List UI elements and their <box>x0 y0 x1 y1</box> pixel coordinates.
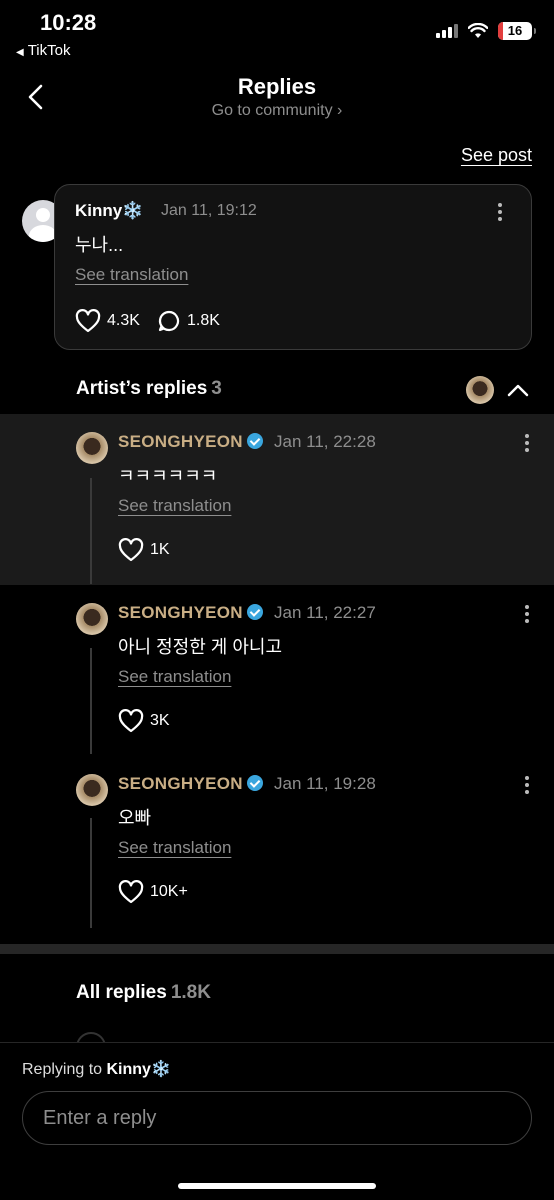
artist-replies-count: 3 <box>211 378 222 399</box>
back-app-label: TikTok <box>27 42 71 59</box>
reply-input[interactable] <box>22 1091 532 1145</box>
see-translation-link[interactable]: See translation <box>118 838 231 858</box>
reply-date: Jan 11, 22:28 <box>274 432 376 451</box>
like-button[interactable]: 3K <box>118 709 170 733</box>
see-translation-link[interactable]: See translation <box>75 265 188 285</box>
artist-reply-item: SEONGHYEON Jan 11, 19:28 오빠 See translat… <box>0 756 554 927</box>
reply-count: 1.8K <box>187 312 220 329</box>
artist-replies-label: Artist’s replies <box>76 378 208 399</box>
all-replies-label: All replies <box>76 982 167 1003</box>
like-count: 4.3K <box>107 312 140 329</box>
comment-text: 누나... <box>75 235 124 255</box>
reply-text: 아니 정정한 게 아니고 <box>118 637 283 657</box>
see-translation-link[interactable]: See translation <box>118 667 231 687</box>
artist-replies-title: Artist’s replies 3 <box>76 378 222 400</box>
page-title: Replies <box>237 74 317 99</box>
more-options-icon[interactable] <box>524 605 530 625</box>
status-time: 10:28 <box>40 10 97 35</box>
page-header: Replies Go to community › <box>0 64 554 140</box>
artist-reply-item: SEONGHYEON Jan 11, 22:27 아니 정정한 게 아니고 Se… <box>0 585 554 756</box>
reply-text: 오빠 <box>118 808 152 828</box>
wifi-icon <box>468 23 488 38</box>
more-options-icon[interactable] <box>497 203 503 223</box>
status-bar: 10:28 ◀ TikTok 16 <box>0 0 554 64</box>
section-divider <box>0 944 554 954</box>
reply-author[interactable]: SEONGHYEON <box>118 774 263 794</box>
signal-icon <box>436 24 458 38</box>
comment-author[interactable]: Kinny❄️ <box>75 201 143 221</box>
artist-avatar[interactable] <box>76 603 108 635</box>
like-button[interactable]: 4.3K <box>75 309 140 333</box>
more-options-icon[interactable] <box>524 776 530 796</box>
reply-text: ㅋㅋㅋㅋㅋㅋ <box>118 466 218 486</box>
artist-avatar <box>466 376 494 404</box>
artist-avatar[interactable] <box>76 774 108 806</box>
see-post-link[interactable]: See post <box>461 145 532 166</box>
all-replies-title: All replies 1.8K <box>76 982 211 1004</box>
reply-composer: Replying to Kinny❄️ <box>0 1042 554 1200</box>
more-options-icon[interactable] <box>524 434 530 454</box>
back-to-app-link[interactable]: ◀ TikTok <box>16 42 70 59</box>
artist-reply-item: SEONGHYEON Jan 11, 22:28 ㅋㅋㅋㅋㅋㅋ See tran… <box>0 414 554 585</box>
home-indicator <box>178 1183 376 1189</box>
like-count: 3K <box>150 712 170 729</box>
back-triangle-icon: ◀ <box>16 47 24 58</box>
verified-badge-icon <box>246 775 263 791</box>
chevron-up-icon[interactable] <box>506 382 530 398</box>
artist-avatar[interactable] <box>76 432 108 464</box>
comment-date: Jan 11, 19:12 <box>161 202 257 219</box>
like-count: 1K <box>150 541 170 558</box>
heart-icon <box>118 880 144 904</box>
like-button[interactable]: 1K <box>118 538 170 562</box>
replying-to-user: Kinny❄️ <box>106 1061 171 1078</box>
replying-prefix: Replying to <box>22 1061 103 1078</box>
comment-bubble-icon <box>158 310 180 332</box>
reply-author[interactable]: SEONGHYEON <box>118 603 263 623</box>
go-to-community-link[interactable]: Go to community › <box>0 102 554 120</box>
battery-icon: 16 <box>498 22 536 40</box>
reply-date: Jan 11, 22:27 <box>274 603 376 622</box>
verified-badge-icon <box>246 604 263 620</box>
see-translation-link[interactable]: See translation <box>118 496 231 516</box>
reply-count-button[interactable]: 1.8K <box>157 309 220 333</box>
main-comment-card: Kinny❄️ Jan 11, 19:12 누나... See translat… <box>54 184 532 350</box>
replying-to-label: Replying to Kinny❄️ <box>22 1059 171 1079</box>
heart-icon <box>75 309 101 333</box>
like-count: 10K+ <box>150 883 188 900</box>
verified-badge-icon <box>246 433 263 449</box>
like-button[interactable]: 10K+ <box>118 880 188 904</box>
heart-icon <box>118 538 144 562</box>
heart-icon <box>118 709 144 733</box>
reply-date: Jan 11, 19:28 <box>274 774 376 793</box>
status-icons: 16 <box>436 22 536 40</box>
all-replies-count: 1.8K <box>170 982 211 1003</box>
reply-author[interactable]: SEONGHYEON <box>118 432 263 452</box>
